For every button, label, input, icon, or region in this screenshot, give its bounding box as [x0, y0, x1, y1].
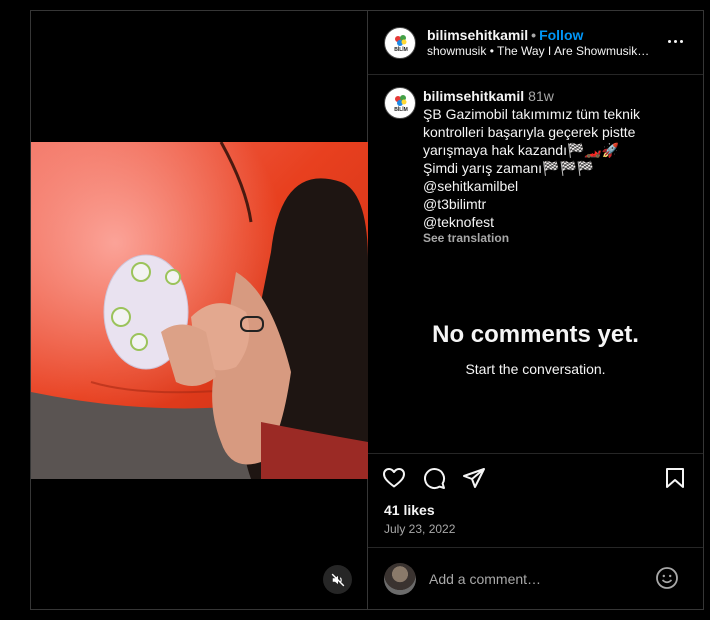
comment-bar — [368, 547, 703, 609]
caption-line: yarışmaya hak kazandı🏁🏎️🚀 — [423, 142, 620, 158]
likes-count[interactable]: 41 likes — [384, 502, 435, 518]
empty-subtitle: Start the conversation. — [465, 361, 606, 377]
caption-line: kontrolleri başarıyla geçerek pistte — [423, 124, 636, 140]
audio-title[interactable]: The Way I Are Showmusik… — [497, 44, 649, 58]
post-video[interactable] — [31, 142, 368, 479]
post-dialog: BİLİM bilimsehitkamil • Follow showmusik •… — [30, 10, 704, 610]
brand-logo-icon: BİLİM — [394, 95, 408, 113]
caption-timestamp[interactable]: 81w — [528, 88, 554, 104]
more-options-icon[interactable] — [668, 40, 683, 43]
empty-title: No comments yet. — [432, 321, 639, 348]
speaker-muted-icon — [331, 573, 344, 586]
logo-text: BİLİM — [394, 46, 408, 53]
post-date[interactable]: July 23, 2022 — [384, 522, 455, 536]
audio-artist[interactable]: showmusik — [427, 44, 486, 58]
action-bar: 41 likes July 23, 2022 — [368, 453, 703, 553]
comment-icon[interactable] — [422, 466, 446, 490]
emoji-icon[interactable] — [655, 566, 679, 590]
user-avatar[interactable] — [384, 562, 416, 595]
brand-logo-icon: BİLİM — [394, 34, 408, 53]
separator-dot: • — [531, 26, 537, 43]
separator-dot: • — [489, 43, 498, 58]
see-translation-button[interactable]: See translation — [423, 232, 640, 244]
details-pane: BİLİM bilimsehitkamil • Follow showmusik •… — [368, 11, 703, 609]
follow-button[interactable]: Follow — [539, 27, 583, 43]
mention-link[interactable]: @t3bilimtr — [423, 195, 640, 213]
mention-link[interactable]: @sehitkamilbel — [423, 177, 640, 195]
logo-text: BİLİM — [394, 106, 408, 113]
post-header: BİLİM bilimsehitkamil • Follow showmusik •… — [368, 11, 703, 75]
heart-icon[interactable] — [382, 466, 406, 490]
header-text: bilimsehitkamil • Follow showmusik • The W… — [427, 26, 657, 60]
header-username[interactable]: bilimsehitkamil — [427, 27, 528, 43]
profile-avatar[interactable]: BİLİM — [384, 26, 416, 59]
caption-username[interactable]: bilimsehitkamil — [423, 88, 524, 104]
caption-body: bilimsehitkamil 81w ŞB Gazimobil takımımı… — [423, 87, 640, 244]
video-frame-illustration — [31, 142, 368, 479]
caption-avatar[interactable]: BİLİM — [384, 87, 416, 119]
caption-line: Şimdi yarış zamanı🏁🏁🏁 — [423, 160, 595, 176]
mute-button[interactable] — [323, 565, 352, 594]
empty-comments: No comments yet. Start the conversation. — [368, 321, 703, 377]
audio-info[interactable]: showmusik • The Way I Are Showmusik… — [427, 44, 657, 60]
media-pane[interactable] — [31, 11, 368, 609]
post-caption: BİLİM bilimsehitkamil 81w ŞB Gazimobil ta… — [384, 87, 689, 244]
caption-line: ŞB Gazimobil takımımız tüm teknik — [423, 106, 641, 122]
bookmark-icon[interactable] — [663, 466, 687, 490]
mention-link[interactable]: @teknofest — [423, 213, 640, 231]
paper-plane-icon[interactable] — [462, 466, 486, 490]
